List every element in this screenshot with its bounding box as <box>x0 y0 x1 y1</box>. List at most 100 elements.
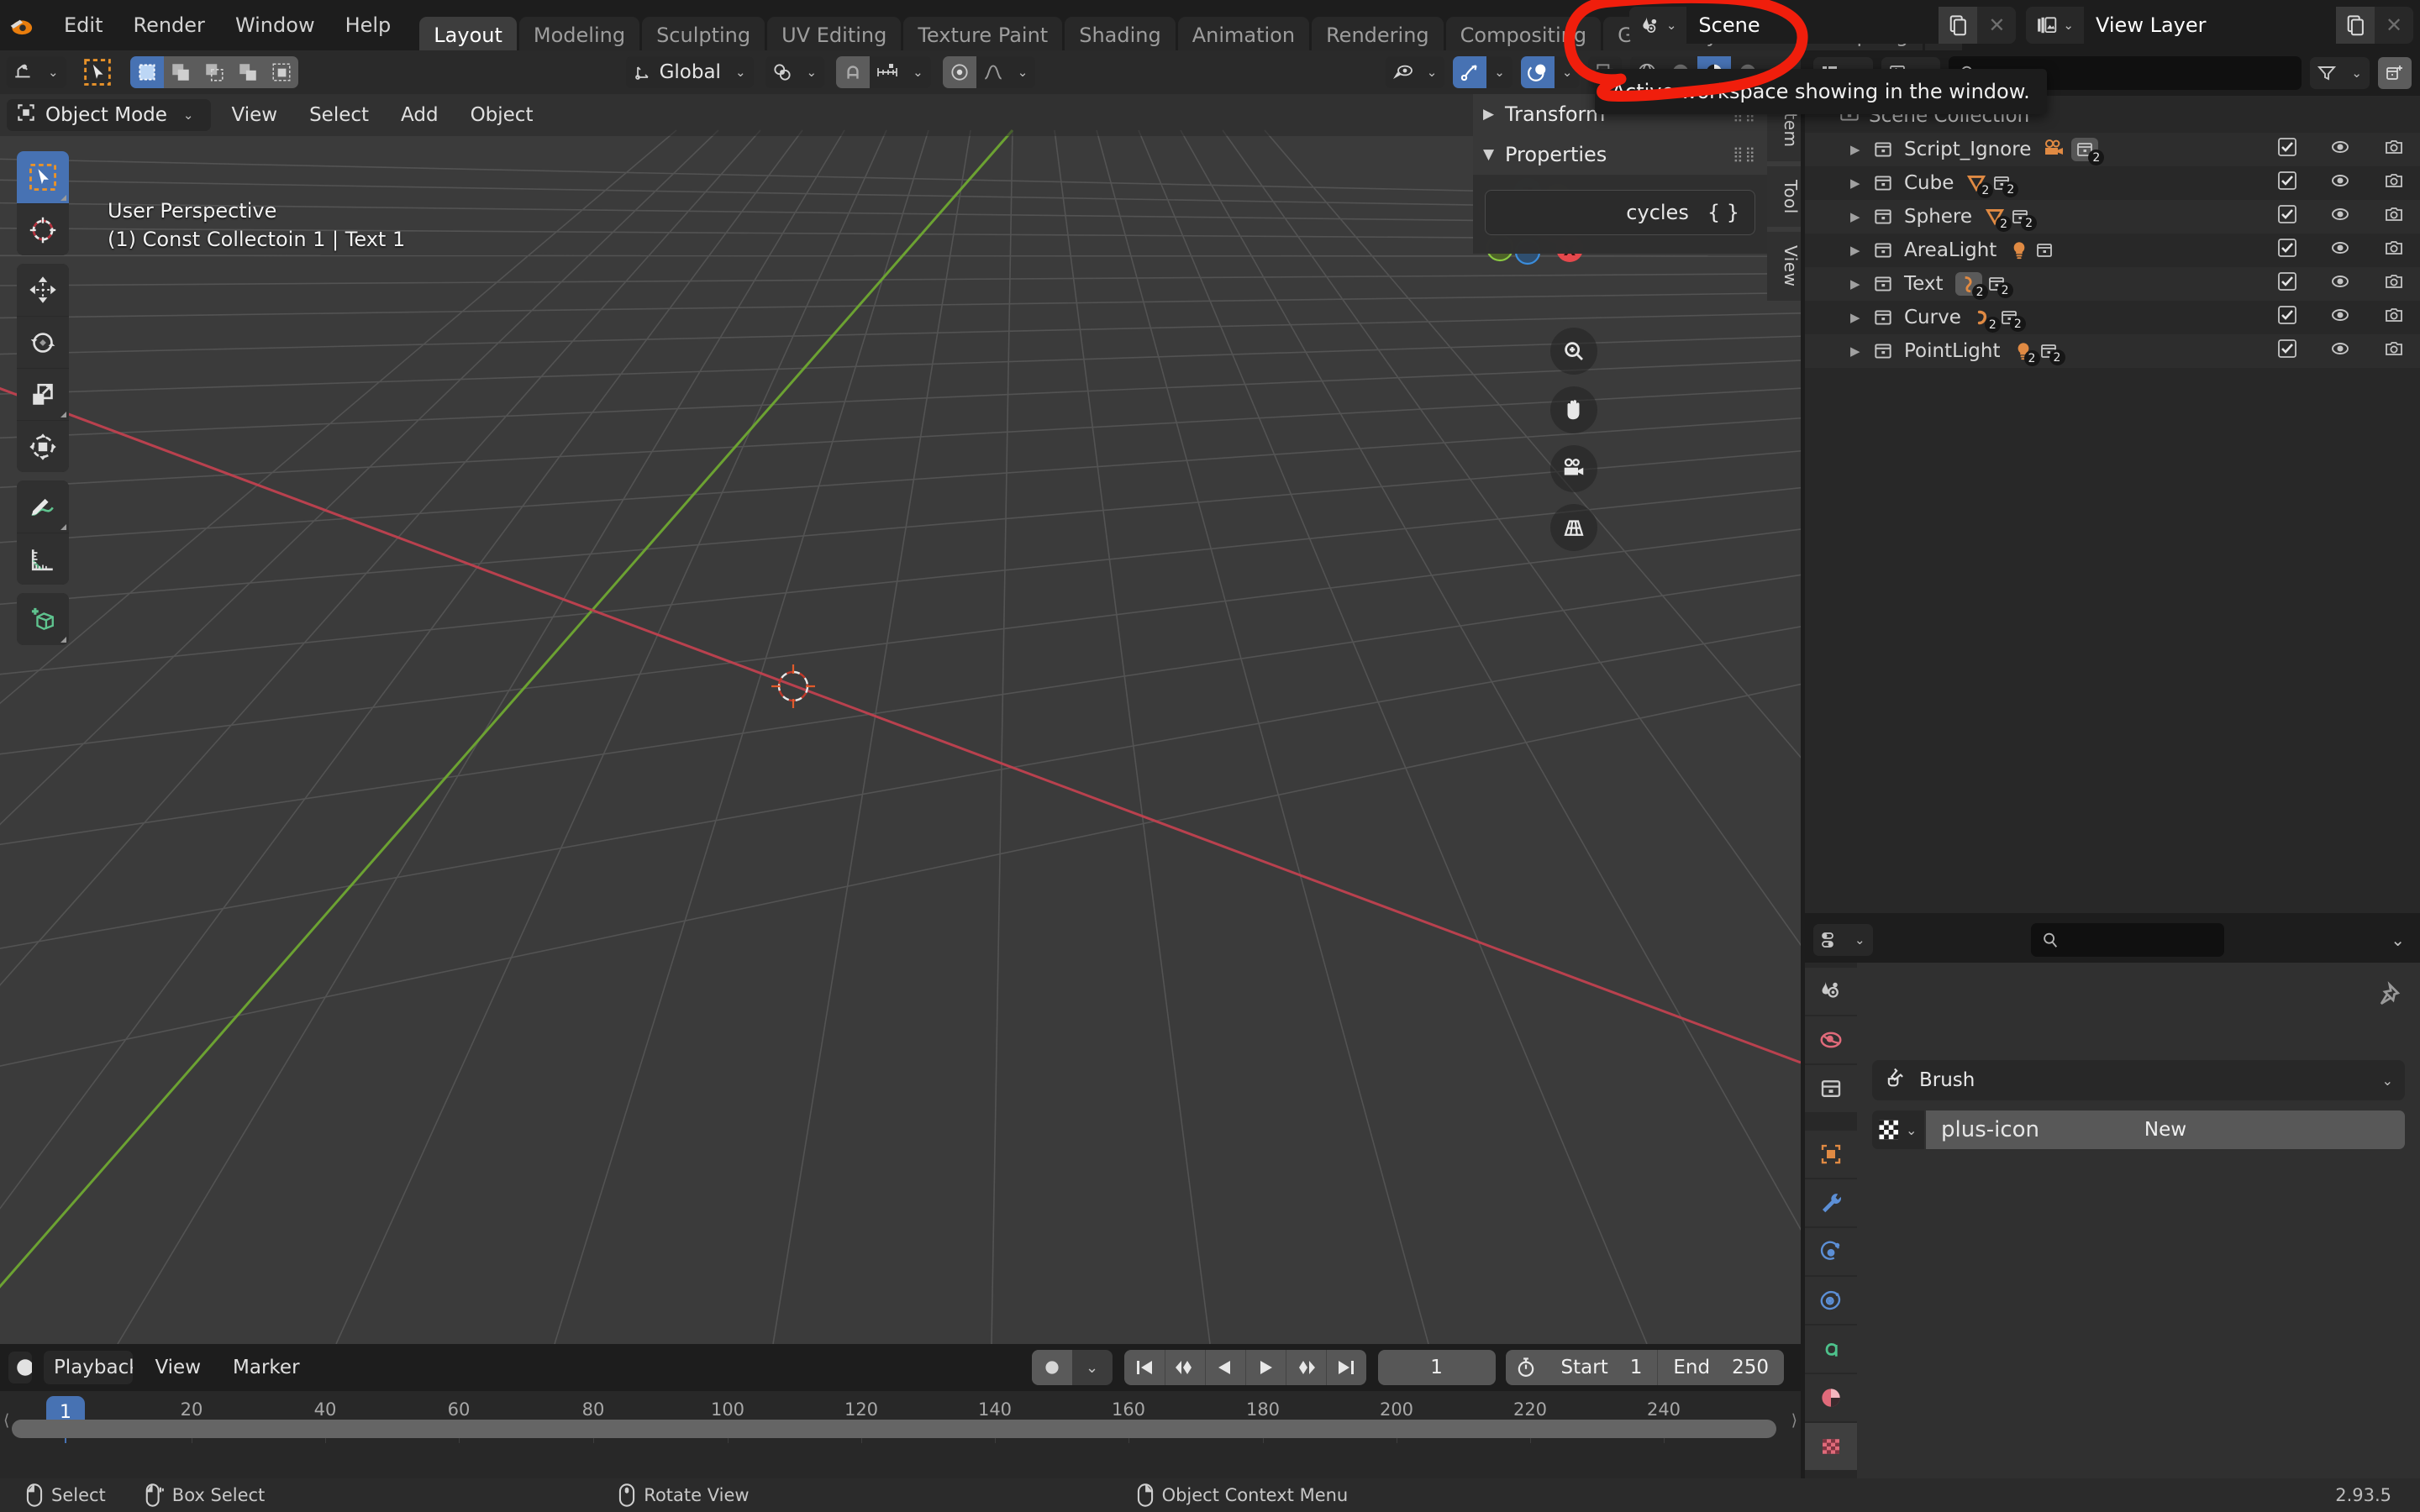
properties-tab-font-data[interactable] <box>1805 1326 1857 1373</box>
brush-datablock-dropdown[interactable]: Brush ⌄ <box>1872 1060 2405 1100</box>
tool-scale[interactable] <box>17 368 69 420</box>
outliner-row-pointlight[interactable]: ▶ PointLight 2 2 <box>1805 334 2420 368</box>
outliner-row-sphere[interactable]: ▶ Sphere 2 2 <box>1805 200 2420 234</box>
chevron-down-icon[interactable]: ⌄ <box>905 65 931 80</box>
outliner-row-text[interactable]: ▶ Text 2 2 <box>1805 267 2420 301</box>
workspace-tab-texture-paint[interactable]: Texture Paint <box>903 16 1063 55</box>
tool-add-cube[interactable] <box>17 593 69 645</box>
chevron-down-icon[interactable]: ⌄ <box>1555 65 1581 80</box>
disclosure-triangle-icon[interactable]: ▶ <box>1850 276 1872 291</box>
properties-tab-texture[interactable] <box>1805 1423 1857 1470</box>
proportional-edit-icon[interactable] <box>942 56 976 88</box>
camera-icon[interactable] <box>2383 204 2405 229</box>
properties-editor-type[interactable]: ⌄ <box>1813 924 1873 956</box>
timeline-horizontal-scrollbar[interactable] <box>12 1420 1776 1438</box>
gizmo-toggle-group[interactable]: ⌄ <box>1453 56 1512 88</box>
outliner-row-script-ignore[interactable]: ▶ Script_Ignore 2 <box>1805 133 2420 166</box>
eye-icon[interactable] <box>2329 171 2351 196</box>
sidebar-tab-tool[interactable]: Tool <box>1767 165 1801 228</box>
timeline-menu-marker[interactable]: Marker <box>223 1351 310 1384</box>
chevron-down-icon[interactable]: ⌄ <box>1010 65 1036 80</box>
snap-increment-icon[interactable] <box>870 56 906 88</box>
eye-icon[interactable] <box>2329 339 2351 364</box>
camera-icon[interactable] <box>2383 137 2405 162</box>
unlink-scene-button[interactable]: ✕ <box>1977 7 2017 44</box>
object-mode-selector[interactable]: Object Mode ⌄ <box>7 99 212 131</box>
workspace-tab-layout[interactable]: Layout <box>419 16 517 55</box>
scene-name[interactable]: Scene <box>1686 7 1939 44</box>
new-scene-button[interactable] <box>1939 7 1978 44</box>
eye-icon[interactable] <box>2329 305 2351 330</box>
tool-tweak-select-box[interactable] <box>17 151 69 203</box>
zoom-icon[interactable] <box>1550 328 1597 375</box>
camera-icon[interactable] <box>2383 271 2405 297</box>
chevron-down-icon[interactable]: ⌄ <box>1847 932 1873 948</box>
snap-group[interactable]: ⌄ <box>836 56 931 88</box>
disclosure-triangle-icon[interactable]: ▶ <box>1850 209 1872 224</box>
chevron-down-icon[interactable]: ⌄ <box>40 65 66 80</box>
viewport-menu-view[interactable]: View <box>219 97 289 133</box>
start-frame-field[interactable]: Start 1 <box>1546 1350 1658 1385</box>
end-frame-field[interactable]: End 250 <box>1657 1350 1784 1385</box>
disclosure-triangle-icon[interactable]: ▶ <box>1850 142 1872 157</box>
perspective-toggle-icon[interactable] <box>1550 504 1597 551</box>
properties-tab-object[interactable] <box>1805 1131 1857 1178</box>
select-intersect-icon[interactable] <box>264 56 298 88</box>
properties-editor-icon[interactable] <box>1813 924 1847 956</box>
overlays-toggle-group[interactable]: ⌄ <box>1520 56 1581 88</box>
proportional-edit-group[interactable]: ⌄ <box>942 56 1036 88</box>
chevron-down-icon[interactable]: ⌄ <box>1419 65 1445 80</box>
play-reverse-icon[interactable] <box>1204 1350 1245 1385</box>
tool-rotate[interactable] <box>17 316 69 368</box>
editor-type-3d-icon[interactable] <box>7 56 40 88</box>
properties-options-chevron-icon[interactable]: ⌄ <box>2383 930 2412 950</box>
overlays-icon[interactable] <box>1520 56 1555 88</box>
menu-window[interactable]: Window <box>220 10 330 40</box>
view-layer-icon[interactable]: ⌄ <box>2026 7 2084 44</box>
blender-logo-icon[interactable] <box>3 6 42 45</box>
falloff-curve-icon[interactable] <box>976 56 1010 88</box>
checkbox-enabled[interactable] <box>2277 238 2297 263</box>
view-layer-selector[interactable]: ⌄ View Layer ✕ <box>2026 7 2413 44</box>
pan-hand-icon[interactable] <box>1550 386 1597 433</box>
chevron-down-icon[interactable]: ⌄ <box>2344 66 2370 81</box>
pin-icon[interactable] <box>2373 981 2402 1013</box>
remove-view-layer-button[interactable]: ✕ <box>2375 7 2413 44</box>
camera-icon[interactable] <box>2383 171 2405 196</box>
chevron-down-icon[interactable]: ⌄ <box>1486 65 1512 80</box>
properties-tab-tool[interactable] <box>1805 968 1857 1015</box>
timeline-editor-type[interactable]: ⌄ <box>8 1352 32 1383</box>
orientation-label[interactable]: Global <box>660 61 728 83</box>
workspace-tab-uv-editing[interactable]: UV Editing <box>767 16 902 55</box>
workspace-tab-sculpting[interactable]: Sculpting <box>642 16 765 55</box>
current-frame-field[interactable]: 1 <box>1377 1350 1496 1385</box>
disclosure-triangle-icon[interactable]: ▶ <box>1850 176 1872 191</box>
filter-funnel-icon[interactable] <box>2310 57 2344 89</box>
scroll-left-arrow-icon[interactable]: ⟨ <box>3 1411 9 1430</box>
select-mode-group[interactable] <box>129 56 298 88</box>
eye-icon[interactable] <box>2329 238 2351 263</box>
prev-keyframe-icon[interactable] <box>1164 1350 1205 1385</box>
viewport-menu-select[interactable]: Select <box>297 97 381 133</box>
checkbox-enabled[interactable] <box>2277 339 2297 364</box>
select-set-new-icon[interactable] <box>129 56 164 88</box>
new-collection-icon[interactable] <box>2378 57 2412 89</box>
select-subtract-icon[interactable] <box>197 56 231 88</box>
magnet-icon[interactable] <box>836 56 871 88</box>
custom-property-cycles[interactable]: cycles { } <box>1485 190 1755 235</box>
disclosure-triangle-icon[interactable]: ▶ <box>1850 310 1872 325</box>
active-tool-button[interactable] <box>78 56 117 88</box>
properties-tab-physics[interactable] <box>1805 1277 1857 1324</box>
auto-keying-group[interactable]: ⌄ <box>1031 1350 1113 1385</box>
select-extend-icon[interactable] <box>163 56 197 88</box>
menu-help[interactable]: Help <box>330 10 407 40</box>
stopwatch-icon[interactable] <box>1506 1356 1546 1379</box>
new-texture-button[interactable]: plus-icon New <box>1926 1110 2405 1149</box>
transform-orientation-selector[interactable]: Global ⌄ <box>625 56 754 88</box>
checkbox-enabled[interactable] <box>2277 137 2297 162</box>
workspace-tab-shading[interactable]: Shading <box>1065 16 1176 55</box>
checkbox-enabled[interactable] <box>2277 271 2297 297</box>
view-layer-name[interactable]: View Layer <box>2084 7 2336 44</box>
show-hide-selector[interactable]: ⌄ <box>1385 56 1445 88</box>
properties-tab-modifiers[interactable] <box>1805 1179 1857 1226</box>
